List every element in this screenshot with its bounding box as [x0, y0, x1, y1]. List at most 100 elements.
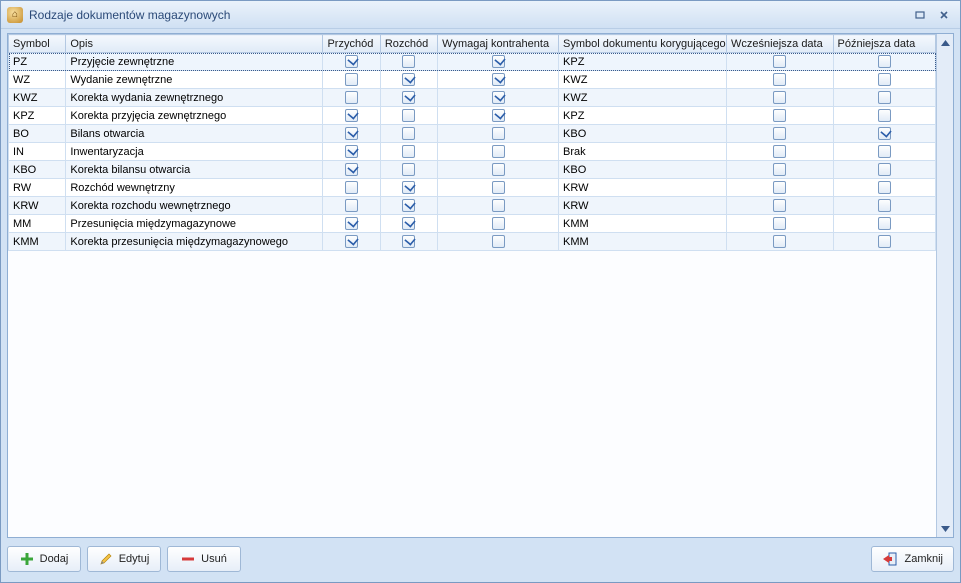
opis-cell[interactable]: Wydanie zewnętrzne [66, 71, 323, 89]
rozchod-checkbox[interactable] [402, 181, 415, 194]
rozchod-checkbox[interactable] [402, 163, 415, 176]
symkor-cell[interactable]: KMM [559, 233, 727, 251]
opis-cell[interactable]: Inwentaryzacja [66, 143, 323, 161]
przychod-cell[interactable] [323, 179, 380, 197]
rozchod-cell[interactable] [380, 197, 437, 215]
wczes-checkbox[interactable] [773, 163, 786, 176]
wymagaj-cell[interactable] [438, 233, 559, 251]
table-row[interactable]: KBOKorekta bilansu otwarciaKBO [9, 161, 936, 179]
wymagaj-cell[interactable] [438, 161, 559, 179]
rozchod-cell[interactable] [380, 89, 437, 107]
table-row[interactable]: PZPrzyjęcie zewnętrzne KPZ [9, 53, 936, 71]
col-header-przychod[interactable]: Przychód [323, 35, 380, 53]
przychod-checkbox[interactable] [345, 55, 358, 68]
wymagaj-checkbox[interactable] [492, 55, 505, 68]
wymagaj-cell[interactable] [438, 197, 559, 215]
wczes-cell[interactable] [727, 53, 834, 71]
wymagaj-cell[interactable] [438, 107, 559, 125]
pozn-checkbox[interactable] [878, 163, 891, 176]
pozn-checkbox[interactable] [878, 91, 891, 104]
symkor-cell[interactable]: KBO [559, 125, 727, 143]
symbol-cell[interactable]: BO [9, 125, 66, 143]
wczes-checkbox[interactable] [773, 217, 786, 230]
pozn-checkbox[interactable] [878, 217, 891, 230]
symbol-cell[interactable]: KPZ [9, 107, 66, 125]
wymagaj-cell[interactable] [438, 53, 559, 71]
symkor-cell[interactable]: KRW [559, 179, 727, 197]
symkor-cell[interactable]: KRW [559, 197, 727, 215]
pozn-checkbox[interactable] [878, 73, 891, 86]
table-row[interactable]: WZWydanie zewnętrzne KWZ [9, 71, 936, 89]
symbol-cell[interactable]: WZ [9, 71, 66, 89]
delete-button[interactable]: Usuń [167, 546, 241, 572]
vertical-scrollbar[interactable] [936, 34, 953, 537]
rozchod-checkbox[interactable] [402, 73, 415, 86]
przychod-cell[interactable] [323, 71, 380, 89]
opis-cell[interactable]: Korekta przesunięcia międzymagazynowego [66, 233, 323, 251]
wczes-cell[interactable] [727, 125, 834, 143]
przychod-cell[interactable] [323, 53, 380, 71]
col-header-symkor[interactable]: Symbol dokumentu korygującego [559, 35, 727, 53]
przychod-checkbox[interactable] [345, 109, 358, 122]
rozchod-cell[interactable] [380, 71, 437, 89]
wymagaj-checkbox[interactable] [492, 181, 505, 194]
opis-cell[interactable]: Bilans otwarcia [66, 125, 323, 143]
wczes-checkbox[interactable] [773, 127, 786, 140]
wczes-cell[interactable] [727, 179, 834, 197]
symkor-cell[interactable]: KPZ [559, 53, 727, 71]
symbol-cell[interactable]: PZ [9, 53, 66, 71]
rozchod-checkbox[interactable] [402, 145, 415, 158]
close-window-button[interactable] [934, 7, 954, 23]
rozchod-cell[interactable] [380, 179, 437, 197]
wczes-checkbox[interactable] [773, 55, 786, 68]
symbol-cell[interactable]: IN [9, 143, 66, 161]
rozchod-checkbox[interactable] [402, 127, 415, 140]
przychod-checkbox[interactable] [345, 181, 358, 194]
rozchod-checkbox[interactable] [402, 199, 415, 212]
pozn-cell[interactable] [833, 179, 935, 197]
rozchod-cell[interactable] [380, 107, 437, 125]
pozn-cell[interactable] [833, 53, 935, 71]
symbol-cell[interactable]: RW [9, 179, 66, 197]
pozn-checkbox[interactable] [878, 181, 891, 194]
wczes-cell[interactable] [727, 215, 834, 233]
col-header-rozchod[interactable]: Rozchód [380, 35, 437, 53]
wczes-checkbox[interactable] [773, 181, 786, 194]
symkor-cell[interactable]: KWZ [559, 71, 727, 89]
przychod-cell[interactable] [323, 161, 380, 179]
opis-cell[interactable]: Przyjęcie zewnętrzne [66, 53, 323, 71]
pozn-checkbox[interactable] [878, 127, 891, 140]
col-header-wymagaj[interactable]: Wymagaj kontrahenta [438, 35, 559, 53]
col-header-symbol[interactable]: Symbol [9, 35, 66, 53]
col-header-pozn[interactable]: Późniejsza data [833, 35, 935, 53]
pozn-cell[interactable] [833, 233, 935, 251]
symkor-cell[interactable]: Brak [559, 143, 727, 161]
przychod-checkbox[interactable] [345, 199, 358, 212]
scroll-up-icon[interactable] [939, 36, 952, 49]
rozchod-cell[interactable] [380, 215, 437, 233]
table-row[interactable]: KRWKorekta rozchodu wewnętrznegoKRW [9, 197, 936, 215]
table-row[interactable]: KWZKorekta wydania zewnętrznegoKWZ [9, 89, 936, 107]
pozn-checkbox[interactable] [878, 55, 891, 68]
edit-button[interactable]: Edytuj [87, 546, 161, 572]
przychod-cell[interactable] [323, 125, 380, 143]
wczes-checkbox[interactable] [773, 91, 786, 104]
przychod-cell[interactable] [323, 107, 380, 125]
przychod-cell[interactable] [323, 197, 380, 215]
wymagaj-cell[interactable] [438, 71, 559, 89]
pozn-cell[interactable] [833, 197, 935, 215]
wczes-checkbox[interactable] [773, 235, 786, 248]
rozchod-cell[interactable] [380, 125, 437, 143]
wymagaj-checkbox[interactable] [492, 91, 505, 104]
przychod-checkbox[interactable] [345, 73, 358, 86]
przychod-cell[interactable] [323, 89, 380, 107]
wczes-cell[interactable] [727, 143, 834, 161]
table-row[interactable]: KMM Korekta przesunięcia międzymagazynowe… [9, 233, 936, 251]
pozn-cell[interactable] [833, 161, 935, 179]
przychod-checkbox[interactable] [345, 91, 358, 104]
wczes-cell[interactable] [727, 89, 834, 107]
wczes-checkbox[interactable] [773, 145, 786, 158]
przychod-cell[interactable] [323, 233, 380, 251]
wczes-checkbox[interactable] [773, 109, 786, 122]
symkor-cell[interactable]: KMM [559, 215, 727, 233]
